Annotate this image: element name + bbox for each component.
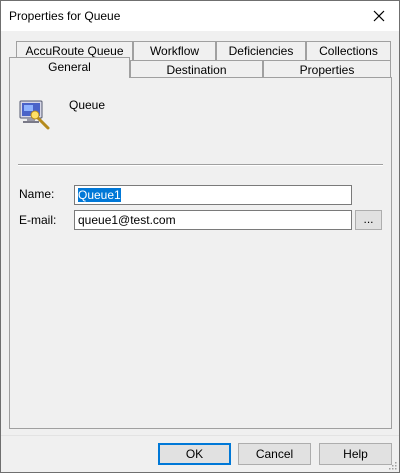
name-label: Name:: [19, 187, 55, 201]
help-button[interactable]: Help: [319, 443, 392, 465]
tab-panel-general: [9, 77, 392, 429]
name-field[interactable]: Queue1: [74, 185, 352, 205]
active-tab-join: [10, 74, 129, 79]
email-field[interactable]: queue1@test.com: [74, 210, 352, 230]
cancel-button[interactable]: Cancel: [238, 443, 311, 465]
resize-grip-icon[interactable]: [387, 460, 397, 470]
button-area-separator: [1, 435, 399, 436]
title-bar: Properties for Queue: [1, 1, 399, 31]
tab-collections[interactable]: Collections: [306, 41, 391, 61]
close-button[interactable]: [359, 1, 399, 31]
email-label: E-mail:: [19, 213, 57, 227]
properties-dialog: Properties for Queue AccuRoute Queue Wor…: [0, 0, 400, 473]
email-value: queue1@test.com: [78, 213, 176, 227]
tab-workflow[interactable]: Workflow: [133, 41, 216, 61]
object-type-label: Queue: [69, 98, 106, 112]
separator: [18, 164, 383, 166]
tab-destination[interactable]: Destination: [130, 60, 263, 78]
tab-deficiencies[interactable]: Deficiencies: [216, 41, 306, 61]
tab-properties[interactable]: Properties: [263, 60, 391, 78]
queue-monitor-icon: [19, 100, 50, 130]
window-title: Properties for Queue: [9, 9, 121, 23]
close-icon: [373, 10, 385, 22]
name-value: Queue1: [78, 188, 121, 202]
browse-email-button[interactable]: ...: [355, 210, 382, 230]
ok-button[interactable]: OK: [158, 443, 231, 465]
